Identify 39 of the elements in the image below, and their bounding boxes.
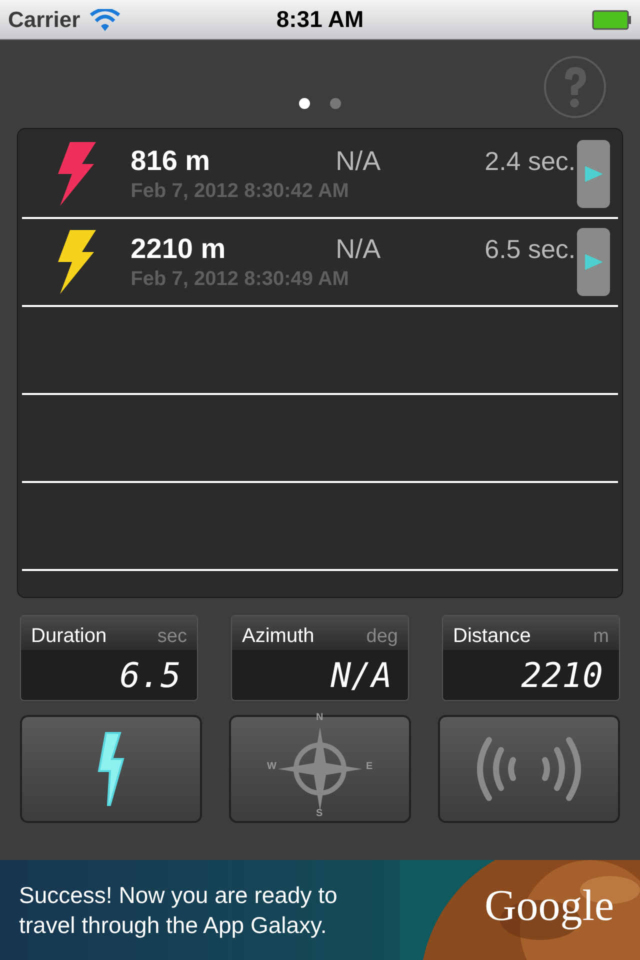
- readout-value: N/A: [330, 655, 393, 693]
- ad-banner[interactable]: Success! Now you are ready to travel through the App Galaxy. Google: [0, 860, 640, 960]
- clock-time: 8:31 AM: [276, 5, 364, 34]
- readout-unit: sec: [157, 627, 187, 646]
- battery-icon: [592, 10, 632, 30]
- wifi-icon: [90, 8, 120, 30]
- detail-button[interactable]: [577, 228, 610, 296]
- compass-letter: N: [316, 713, 324, 723]
- strike-duration: 6.5 sec.: [484, 236, 576, 262]
- readout-value: 2210: [520, 655, 604, 693]
- play-icon: [584, 166, 602, 182]
- compass-rose-icon: [278, 727, 362, 811]
- lightning-icon: [56, 230, 96, 294]
- strike-azimuth: N/A: [336, 148, 382, 175]
- help-icon[interactable]: [543, 55, 607, 119]
- sound-button[interactable]: [438, 715, 620, 823]
- compass-button[interactable]: N W E S: [229, 715, 411, 823]
- readout-label: Duration: [31, 626, 107, 646]
- flash-button[interactable]: [20, 715, 202, 823]
- readout-label: Azimuth: [242, 626, 314, 646]
- lightning-icon: [96, 731, 126, 807]
- strike-duration: 2.4 sec.: [484, 148, 576, 174]
- readout-unit: m: [593, 627, 609, 646]
- compass-letter: S: [316, 809, 323, 819]
- compass-letter: W: [267, 762, 276, 772]
- readout-value: 6.5: [118, 655, 182, 693]
- play-icon: [584, 254, 602, 270]
- compass-letter: E: [366, 762, 373, 772]
- readout-label: Distance: [453, 626, 531, 646]
- carrier-name: Carrier: [8, 6, 80, 34]
- ad-text-line: travel through the App Galaxy.: [19, 911, 328, 940]
- strike-distance: 816 m: [130, 147, 212, 175]
- ad-brand-logo: Google: [484, 884, 614, 928]
- strike-distance: 2210 m: [130, 235, 227, 263]
- detail-button[interactable]: [577, 140, 610, 208]
- lightning-icon: [56, 142, 96, 206]
- readout-unit: deg: [366, 627, 398, 646]
- strike-azimuth: N/A: [336, 236, 382, 263]
- ad-text-line: Success! Now you are ready to: [19, 881, 338, 910]
